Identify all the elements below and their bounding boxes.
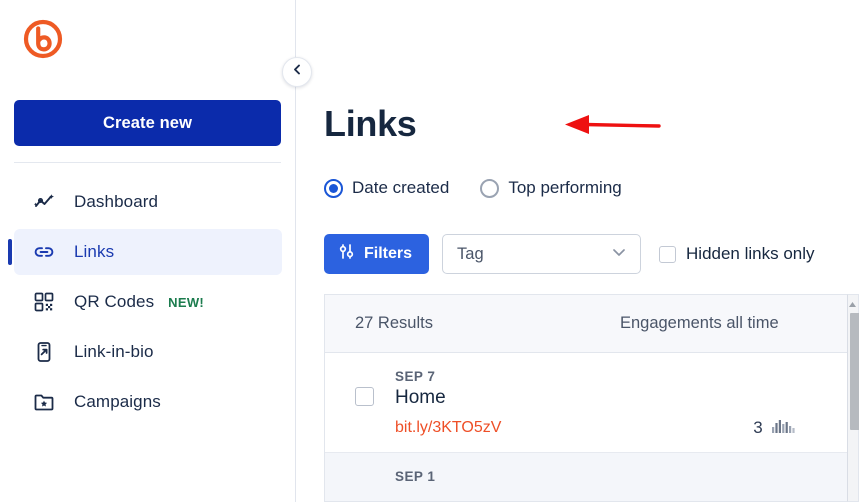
- sidebar-item-campaigns[interactable]: Campaigns: [14, 379, 282, 425]
- sidebar: Create new Dashboard Links QR Codes NEW!…: [0, 0, 312, 502]
- bitly-links-page: Create new Dashboard Links QR Codes NEW!…: [0, 0, 859, 502]
- links-table-wrap: 27 Results Engagements all time SEP 7 Ho…: [324, 294, 859, 502]
- filter-toolbar: Filters Tag Hidden links only: [324, 234, 815, 274]
- radio-dot-icon: [324, 178, 343, 198]
- bitly-b-logo-icon: [22, 18, 295, 60]
- qr-code-icon: [32, 290, 56, 314]
- results-count: 27 Results: [355, 314, 433, 332]
- sort-radio-group: Date created Top performing: [324, 178, 622, 198]
- row-engagements: 3: [753, 418, 795, 438]
- tag-select[interactable]: Tag: [442, 234, 642, 274]
- radio-label: Top performing: [508, 178, 622, 197]
- radio-date-created[interactable]: Date created: [324, 178, 449, 198]
- links-table: 27 Results Engagements all time SEP 7 Ho…: [324, 294, 847, 502]
- bar-chart-icon[interactable]: [771, 418, 795, 438]
- phone-arrow-icon: [32, 340, 56, 364]
- row-select-checkbox[interactable]: [355, 387, 374, 406]
- radio-dot-icon: [480, 178, 500, 198]
- main-content: Links Date created Top performing Filter…: [296, 0, 859, 502]
- sidebar-item-label: Link-in-bio: [74, 342, 154, 361]
- sidebar-item-label: Dashboard: [74, 192, 159, 211]
- checkbox-box-icon: [659, 245, 677, 263]
- scroll-up-button[interactable]: [847, 295, 858, 313]
- filters-button[interactable]: Filters: [324, 234, 430, 274]
- tag-select-value: Tag: [457, 244, 484, 263]
- sidebar-item-links[interactable]: Links: [8, 229, 282, 275]
- link-chain-icon: [32, 240, 56, 264]
- sidebar-collapse-button[interactable]: [282, 57, 312, 87]
- table-row[interactable]: SEP 7 Home bit.ly/3KTO5zV 3: [325, 353, 847, 453]
- sidebar-nav: Dashboard Links QR Codes NEW! Link-in-bi…: [0, 175, 296, 429]
- links-table-header: 27 Results Engagements all time: [325, 295, 847, 353]
- radio-label: Date created: [352, 178, 450, 197]
- sidebar-item-qr-codes[interactable]: QR Codes NEW!: [14, 279, 282, 325]
- page-title: Links: [324, 103, 417, 144]
- chevron-left-icon: [291, 63, 304, 81]
- sliders-icon: [338, 243, 355, 265]
- sidebar-item-dashboard[interactable]: Dashboard: [14, 179, 282, 225]
- hidden-links-only-checkbox[interactable]: Hidden links only: [659, 244, 815, 264]
- row-date: SEP 1: [395, 469, 436, 484]
- row-short-url[interactable]: bit.ly/3KTO5zV: [395, 419, 501, 437]
- engagements-column-header: Engagements all time: [619, 314, 779, 332]
- sidebar-item-link-in-bio[interactable]: Link-in-bio: [14, 329, 282, 375]
- sidebar-divider: [14, 162, 281, 163]
- line-chart-sparkle-icon: [32, 190, 56, 214]
- row-engagement-count: 3: [753, 418, 763, 437]
- row-date: SEP 7: [395, 369, 436, 384]
- table-row[interactable]: SEP 1: [325, 453, 847, 501]
- create-new-button[interactable]: Create new: [14, 100, 281, 146]
- filters-button-label: Filters: [364, 245, 413, 262]
- sidebar-item-label: QR Codes: [74, 292, 155, 311]
- triangle-up-icon: [848, 295, 857, 313]
- hidden-links-only-label: Hidden links only: [686, 244, 815, 263]
- table-scrollbar[interactable]: [846, 294, 859, 502]
- scrollbar-thumb[interactable]: [849, 313, 859, 430]
- folder-star-icon: [32, 390, 56, 414]
- new-badge: NEW!: [168, 294, 205, 310]
- red-arrow-left-icon: [561, 112, 661, 138]
- sidebar-item-label: Campaigns: [74, 392, 161, 411]
- chevron-down-icon: [610, 243, 628, 266]
- radio-top-performing[interactable]: Top performing: [480, 178, 622, 198]
- row-title[interactable]: Home: [395, 387, 446, 409]
- sidebar-item-label: Links: [74, 242, 115, 261]
- bitly-logo[interactable]: [0, 0, 295, 78]
